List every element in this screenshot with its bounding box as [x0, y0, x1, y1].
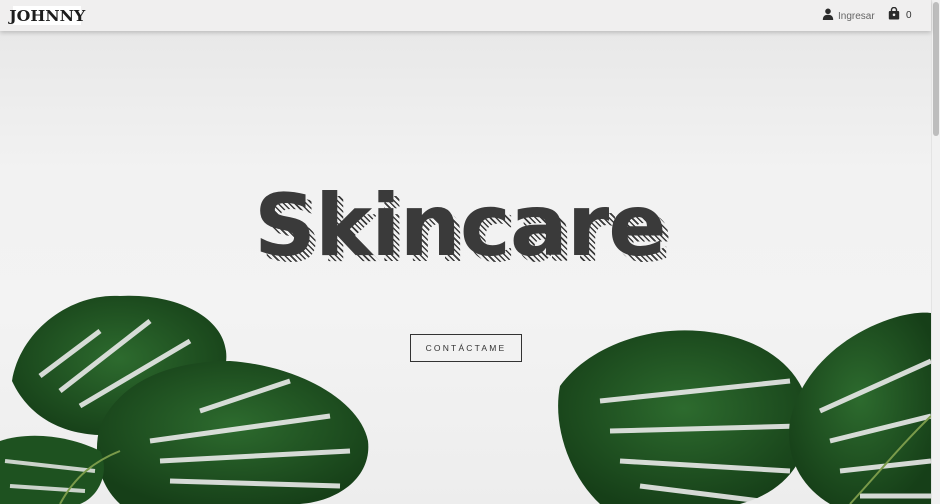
- site-header: JOHNNY Ingresar 0: [0, 0, 931, 31]
- cart-count: 0: [906, 10, 912, 21]
- login-label: Ingresar: [838, 10, 875, 22]
- vertical-scrollbar[interactable]: [931, 0, 940, 504]
- contact-button[interactable]: CONTÁCTAME: [410, 334, 522, 362]
- cart-button[interactable]: 0: [888, 6, 912, 25]
- right-leaf-edge: [789, 312, 931, 504]
- user-icon: [822, 7, 834, 25]
- login-link[interactable]: Ingresar: [822, 8, 875, 24]
- scrollbar-thumb[interactable]: [933, 2, 939, 136]
- shopping-bag-icon: [888, 6, 900, 25]
- right-leaf-middle: [558, 330, 810, 504]
- logo-text: JOHNNY: [8, 6, 86, 25]
- hero-title-wrap: Skincare Skincare: [254, 181, 694, 281]
- hero-banner: Skincare Skincare: [0, 31, 931, 504]
- site-logo[interactable]: JOHNNY: [9, 6, 85, 25]
- contact-button-label: CONTÁCTAME: [425, 343, 507, 353]
- hero-title: Skincare: [254, 176, 667, 276]
